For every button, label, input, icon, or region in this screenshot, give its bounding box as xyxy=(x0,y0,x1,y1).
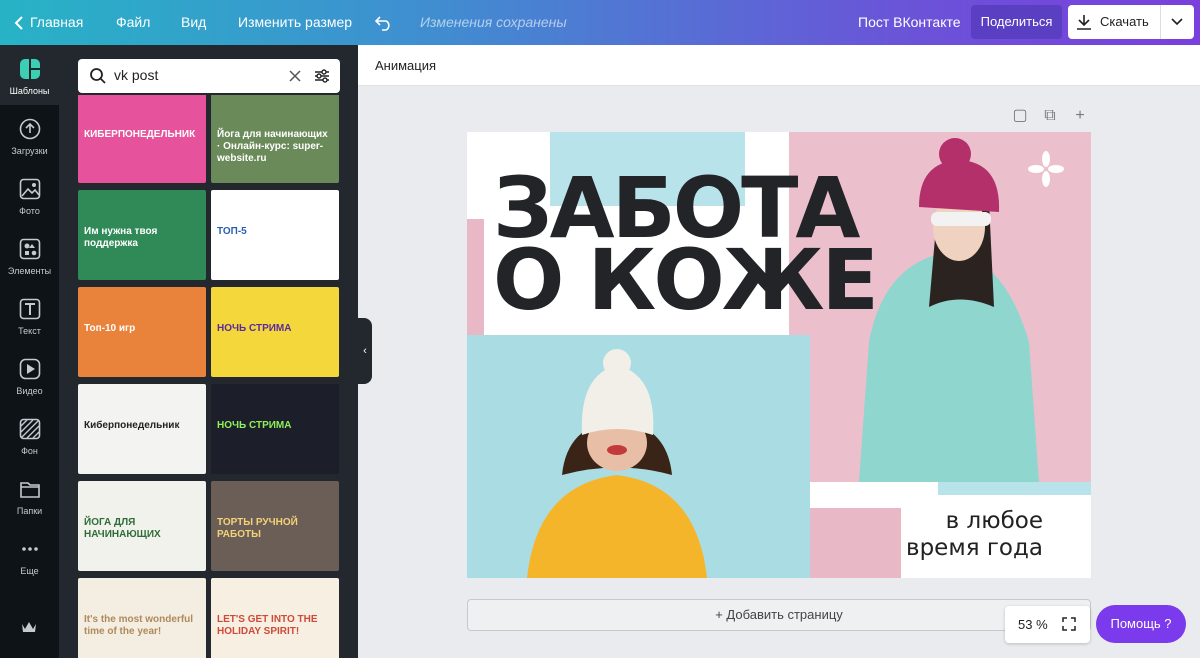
more-icon xyxy=(22,547,38,551)
templates-panel: КИБЕРПОНЕДЕЛЬНИК Йога для начинающих · Он… xyxy=(59,45,358,658)
duplicate-icon[interactable]: ⧉ xyxy=(1041,107,1059,125)
design-title-line-2[interactable]: О КОЖЕ xyxy=(493,238,879,322)
rail-label: Еще xyxy=(20,566,39,576)
undo-icon xyxy=(374,16,390,32)
template-thumbnail-title: Топ-10 игр xyxy=(84,323,136,334)
pink-strip xyxy=(467,219,484,335)
file-menu[interactable]: Файл xyxy=(116,0,150,45)
template-thumbnail-title: НОЧЬ СТРИМА xyxy=(217,323,292,334)
help-button[interactable]: Помощь ? xyxy=(1096,605,1186,643)
video-icon xyxy=(19,358,41,380)
template-thumbnail-title: It's the most wonderful time of the year… xyxy=(84,614,194,637)
template-thumbnail-title: ТОРТЫ РУЧНОЙ РАБОТЫ xyxy=(217,517,298,540)
design-canvas[interactable]: ЗАБОТА О КОЖЕ в любое время года xyxy=(467,132,1091,578)
rail-label: Загрузки xyxy=(11,146,48,156)
add-page-button[interactable]: + Добавить страницу xyxy=(467,599,1091,631)
home-link[interactable]: Главная xyxy=(14,0,83,45)
template-thumbnail-title: КИБЕРПОНЕДЕЛЬНИК xyxy=(84,129,196,140)
woman-yellow-illustration xyxy=(527,349,707,578)
template-thumbnail-title: ТОП-5 xyxy=(217,226,247,237)
template-thumbnail[interactable]: КИБЕРПОНЕДЕЛЬНИК xyxy=(78,95,206,183)
template-thumbnail[interactable]: LET'S GET INTO THE HOLIDAY SPIRIT! xyxy=(211,578,339,658)
rail-item-text[interactable]: Текст xyxy=(0,285,59,345)
template-thumbnail[interactable]: ТОП-5 xyxy=(211,190,339,280)
filter-icon[interactable] xyxy=(314,68,330,84)
home-label: Главная xyxy=(30,14,84,30)
download-separator xyxy=(1160,5,1161,39)
saved-status: Изменения сохранены xyxy=(420,14,567,30)
rail-item-elements[interactable]: Элементы xyxy=(0,225,59,285)
view-menu[interactable]: Вид xyxy=(181,0,206,45)
template-thumbnail[interactable]: ЙОГА ДЛЯ НАЧИНАЮЩИХ xyxy=(78,481,206,571)
rail-label: Фото xyxy=(19,206,40,216)
chevron-left-icon: ‹ xyxy=(363,345,367,357)
upload-icon xyxy=(19,118,41,140)
zoom-level: 53 % xyxy=(1018,617,1048,632)
undo-button[interactable] xyxy=(374,0,393,45)
download-label: Скачать xyxy=(1100,14,1149,29)
template-thumbnail[interactable]: НОЧЬ СТРИМА xyxy=(211,287,339,377)
download-button[interactable]: Скачать xyxy=(1068,5,1194,39)
template-thumbnail-title: ЙОГА ДЛЯ НАЧИНАЮЩИХ xyxy=(84,517,161,540)
rail-item-photos[interactable]: Фото xyxy=(0,165,59,225)
zoom-control[interactable]: 53 % xyxy=(1005,606,1090,643)
templates-icon xyxy=(20,59,40,79)
background-icon xyxy=(19,418,41,440)
document-title[interactable]: Пост ВКонтакте xyxy=(858,0,961,45)
chevron-left-icon xyxy=(14,16,23,31)
add-icon[interactable]: + xyxy=(1071,107,1089,125)
template-thumbnail[interactable]: НОЧЬ СТРИМА xyxy=(211,384,339,474)
text-icon xyxy=(19,298,41,320)
template-grid: КИБЕРПОНЕДЕЛЬНИК Йога для начинающих · Он… xyxy=(78,95,340,658)
rail-item-video[interactable]: Видео xyxy=(0,345,59,405)
elements-icon xyxy=(19,238,41,260)
left-rail: Шаблоны Загрузки Фото Элементы Текст Вид… xyxy=(0,45,59,658)
design-subtitle-line-1[interactable]: в любое xyxy=(887,508,1043,535)
rail-item-templates[interactable]: Шаблоны xyxy=(0,45,59,105)
folder-icon xyxy=(20,482,40,498)
share-button[interactable]: Поделиться xyxy=(971,5,1062,39)
flower-icon xyxy=(1028,151,1064,187)
collapse-panel-button[interactable]: ‹ xyxy=(358,318,372,384)
photo-blue-woman xyxy=(467,335,810,578)
rail-label: Текст xyxy=(18,326,41,336)
search-icon xyxy=(90,68,106,84)
template-thumbnail[interactable]: Йога для начинающих · Онлайн-курс: super… xyxy=(211,95,339,183)
rail-label: Фон xyxy=(21,446,38,456)
template-thumbnail-title: Киберпонедельник xyxy=(84,420,180,431)
template-thumbnail-title: НОЧЬ СТРИМА xyxy=(217,420,292,431)
template-thumbnail[interactable]: It's the most wonderful time of the year… xyxy=(78,578,206,658)
search-box[interactable] xyxy=(78,59,340,93)
clear-icon[interactable] xyxy=(289,70,301,82)
rail-label: Папки xyxy=(16,506,43,516)
fullscreen-icon[interactable] xyxy=(1062,617,1076,631)
template-thumbnail[interactable]: ТОРТЫ РУЧНОЙ РАБОТЫ xyxy=(211,481,339,571)
blue-strip xyxy=(938,482,1091,495)
photo-icon xyxy=(19,178,41,200)
animation-button[interactable]: Анимация xyxy=(375,58,436,73)
template-thumbnail-title: Им нужна твоя поддержка xyxy=(84,226,158,249)
rail-item-more[interactable]: Еще xyxy=(0,525,59,585)
template-thumbnail-title: Йога для начинающих · Онлайн-курс: super… xyxy=(217,129,328,164)
template-thumbnail[interactable]: Топ-10 игр xyxy=(78,287,206,377)
template-thumbnail[interactable]: Им нужна твоя поддержка xyxy=(78,190,206,280)
rail-label: Видео xyxy=(16,386,43,396)
download-icon xyxy=(1077,15,1091,30)
rail-item-background[interactable]: Фон xyxy=(0,405,59,465)
resize-menu[interactable]: Изменить размер xyxy=(238,0,352,45)
note-icon[interactable]: ▢ xyxy=(1011,107,1029,125)
rail-item-uploads[interactable]: Загрузки xyxy=(0,105,59,165)
template-thumbnail[interactable]: Киберпонедельник xyxy=(78,384,206,474)
chevron-down-icon[interactable] xyxy=(1171,18,1183,26)
rail-item-folders[interactable]: Папки xyxy=(0,465,59,525)
rail-label: Элементы xyxy=(7,266,52,276)
crown-icon[interactable] xyxy=(21,621,37,634)
top-bar: Главная Файл Вид Изменить размер Изменен… xyxy=(0,0,1200,45)
search-input[interactable] xyxy=(114,67,284,83)
rail-label: Шаблоны xyxy=(9,86,50,96)
design-subtitle-line-2[interactable]: время года xyxy=(887,535,1043,562)
editor-toolbar: Анимация xyxy=(358,45,1200,86)
template-thumbnail-title: LET'S GET INTO THE HOLIDAY SPIRIT! xyxy=(217,614,318,637)
